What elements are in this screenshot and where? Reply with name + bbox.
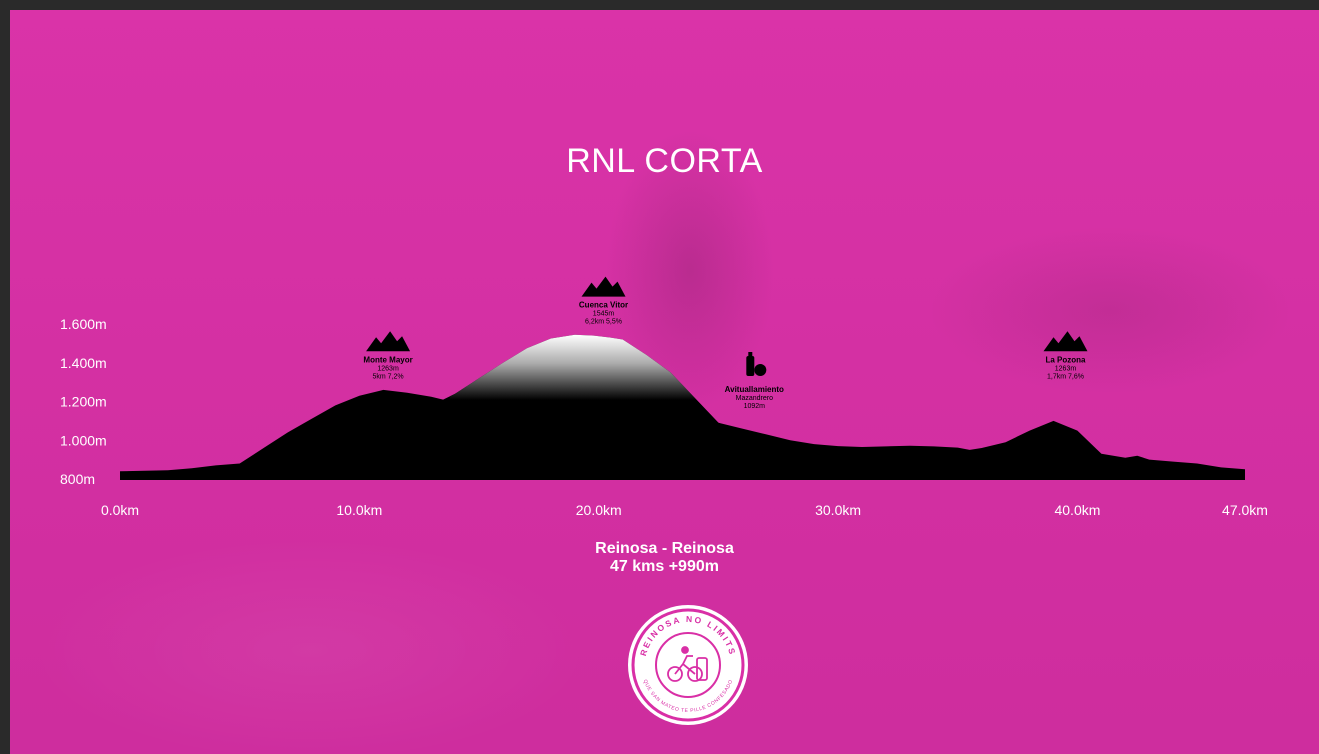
annotation-elevation: 1263m <box>377 365 399 372</box>
annotation-name: Avituallamiento <box>725 385 784 394</box>
y-tick-label: 1.600m <box>60 316 107 332</box>
y-tick-label: 1.200m <box>60 394 107 410</box>
y-tick-label: 1.400m <box>60 355 107 371</box>
reinosa-no-limits-logo: REINOSA NO LIMITS QUE SAN MATEO TE PILLE… <box>628 605 748 725</box>
route-name: Reinosa - Reinosa <box>595 540 734 557</box>
annotation-name: Cuenca Vitor <box>579 301 628 310</box>
annotation-elevation: 1545m <box>593 311 615 318</box>
x-tick-label: 10.0km <box>336 502 382 518</box>
y-tick-label: 1.000m <box>60 432 107 448</box>
route-info: Reinosa - Reinosa 47 kms +990m <box>10 540 1319 576</box>
mountain-icon <box>581 276 626 297</box>
feed-station-icon <box>746 352 767 376</box>
annotation-detail: 6,2km 5,5% <box>585 319 622 326</box>
poster-background: RNL CORTA 800m 1.000m 1.200m 1.400m 1.600m 0.… <box>10 10 1319 754</box>
x-tick-label: 30.0km <box>815 502 861 518</box>
annotation-elevation: Mazandrero <box>736 395 773 402</box>
y-tick-label: 800m <box>60 471 95 487</box>
x-tick-label: 47.0km <box>1222 502 1268 518</box>
x-tick-label: 40.0km <box>1054 502 1100 518</box>
x-tick-label: 20.0km <box>576 502 622 518</box>
mountain-icon <box>366 331 411 352</box>
x-tick-label: 0.0km <box>101 502 139 518</box>
mountain-icon <box>1043 331 1088 352</box>
annotation-detail: 1,7km 7,6% <box>1047 373 1084 380</box>
annotation-detail: 1092m <box>744 403 766 410</box>
annotation-detail: 5km 7,2% <box>373 373 404 380</box>
annotation-name: La Pozona <box>1045 355 1086 364</box>
route-summary: 47 kms +990m <box>610 558 719 575</box>
annotation-name: Monte Mayor <box>363 355 412 364</box>
annotation-elevation: 1263m <box>1055 365 1077 372</box>
